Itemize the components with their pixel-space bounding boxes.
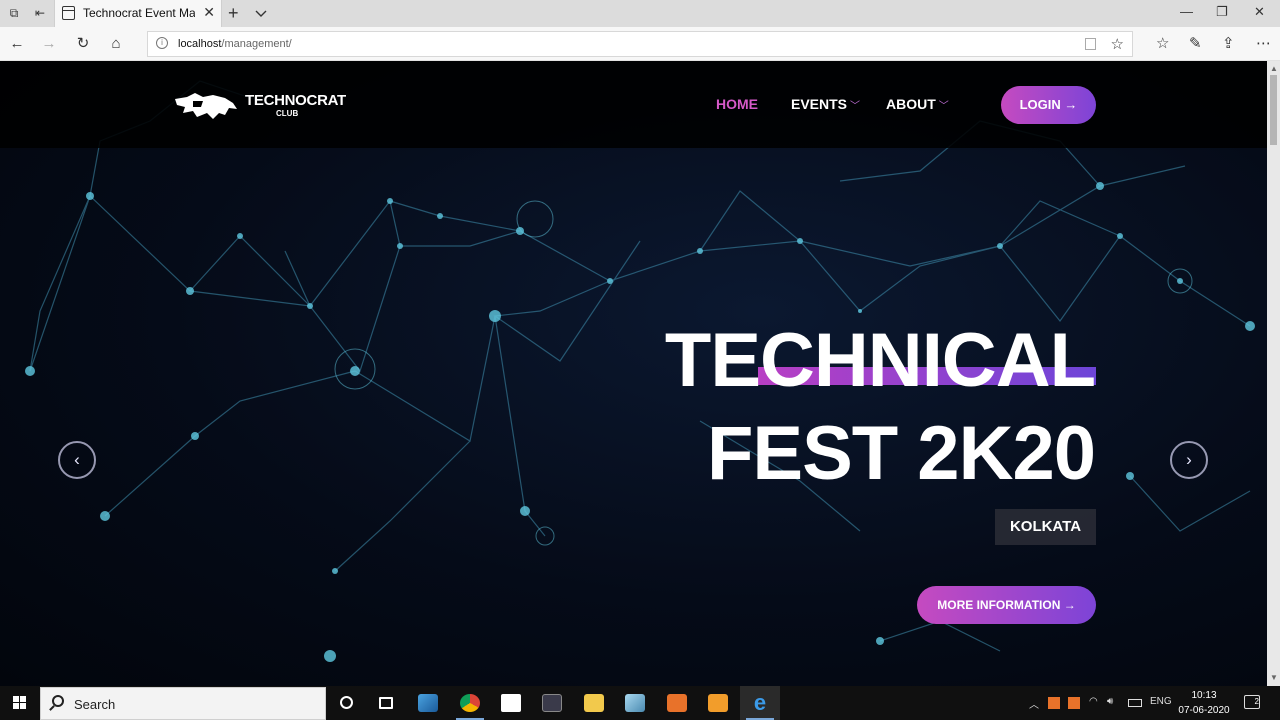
favorites-icon[interactable]: ☆	[1156, 35, 1169, 53]
nav-events-label: EVENTS	[791, 96, 848, 112]
restore-icon[interactable]: ❐	[1216, 4, 1228, 20]
start-button[interactable]	[0, 686, 40, 720]
tab-title: Technocrat Event Management	[83, 6, 195, 20]
close-tab-icon[interactable]: ✕	[203, 4, 215, 21]
nav-home[interactable]: HOME	[716, 96, 758, 112]
page-icon	[62, 6, 75, 20]
task-view-icon[interactable]	[366, 686, 406, 720]
cortana-circle	[340, 696, 353, 709]
app-icon-pen[interactable]	[615, 686, 655, 720]
more-information-label: MORE INFORMATION	[937, 598, 1061, 612]
event-city-badge: KOLKATA	[995, 509, 1096, 545]
chevron-down-icon: ﹀	[850, 101, 861, 112]
chrome-icon[interactable]	[450, 686, 490, 720]
address-toolbar: ← → ↻ ⌂ i localhost/management/ ☆ ☆ ✎ ⇪ …	[0, 27, 1280, 61]
app-glyph	[542, 694, 562, 712]
login-button[interactable]: LOGIN →	[1001, 86, 1096, 124]
app-glyph	[625, 694, 645, 712]
app-glyph	[418, 694, 438, 712]
tray-overflow-chevron-icon[interactable]: ︿	[1029, 696, 1039, 711]
minimize-icon[interactable]: —	[1180, 4, 1193, 19]
share-icon[interactable]: ⇪	[1222, 35, 1235, 53]
address-bar[interactable]: i localhost/management/ ☆	[147, 31, 1133, 57]
lion-emblem-icon	[175, 93, 237, 119]
nav-about-label: ABOUT	[886, 96, 936, 112]
site-logo[interactable]: TECHNOCRAT CLUB	[173, 89, 346, 123]
site-header: TECHNOCRAT CLUB HOME EVENTS ﹀ ABOUT ﹀ LOGI…	[0, 61, 1267, 148]
store-icon[interactable]	[491, 686, 531, 720]
taskbar-search-box[interactable]: Search	[40, 687, 326, 720]
new-tab-button[interactable]: +	[228, 3, 239, 24]
site-info-icon[interactable]: i	[156, 37, 168, 49]
tray-app-icon[interactable]	[1048, 697, 1060, 709]
back-icon[interactable]: ←	[8, 35, 26, 53]
page-viewport: TECHNOCRAT CLUB HOME EVENTS ﹀ ABOUT ﹀ LOGI…	[0, 61, 1267, 686]
wifi-icon[interactable]: ◠	[1089, 696, 1098, 707]
battery-icon[interactable]	[1128, 699, 1142, 707]
taskbar-clock[interactable]: 10:13 07-06-2020	[1178, 688, 1230, 718]
cortana-icon[interactable]	[326, 686, 366, 720]
notification-count: 2	[1254, 697, 1259, 706]
arrow-right-icon: →	[1063, 598, 1076, 612]
reading-view-icon[interactable]	[1085, 38, 1096, 50]
sublime-text-icon[interactable]	[698, 686, 738, 720]
file-explorer-icon[interactable]	[574, 686, 614, 720]
tray-app-icon[interactable]	[1068, 697, 1080, 709]
action-center-icon[interactable]: 2	[1244, 695, 1260, 709]
windows-logo-pane	[20, 703, 26, 709]
scroll-up-icon[interactable]: ▲	[1270, 64, 1278, 73]
page-scrollbar[interactable]: ▲ ▼	[1267, 61, 1280, 686]
windows-logo-pane	[13, 703, 19, 709]
windows-logo-pane	[20, 696, 26, 702]
windows-taskbar: Search e ︿ ◠ 🔊︎ ENG 10:13 07-06-2020 2	[0, 686, 1280, 720]
forward-icon[interactable]: →	[40, 35, 58, 53]
store-glyph	[501, 694, 521, 712]
search-icon	[52, 695, 64, 707]
app-icon-blue[interactable]	[408, 686, 448, 720]
app-icon-dark[interactable]	[532, 686, 572, 720]
folder-glyph	[584, 694, 604, 712]
chevron-down-icon: ﹀	[938, 101, 949, 112]
search-placeholder: Search	[74, 697, 116, 712]
tab-actions-icon[interactable]: ⧉	[6, 6, 22, 20]
window-close-icon[interactable]: ✕	[1254, 4, 1265, 20]
nav-events[interactable]: EVENTS ﹀	[791, 96, 860, 112]
xampp-glyph	[667, 694, 687, 712]
login-label: LOGIN	[1019, 97, 1061, 112]
hero-title-line-1: TECHNICAL	[664, 318, 1096, 403]
chrome-glyph	[460, 694, 480, 712]
set-aside-tabs-icon[interactable]: ⇤	[32, 6, 48, 20]
clock-date: 07-06-2020	[1178, 705, 1230, 716]
edge-icon[interactable]: e	[740, 686, 780, 720]
hero-title-line-2: FEST 2K20	[706, 411, 1096, 496]
xampp-icon[interactable]	[657, 686, 697, 720]
volume-icon[interactable]: 🔊︎	[1107, 696, 1113, 707]
sublime-glyph	[708, 694, 728, 712]
task-view-glyph	[379, 697, 393, 709]
edge-glyph: e	[753, 690, 767, 715]
nav-about[interactable]: ABOUT ﹀	[886, 96, 949, 112]
tab-list-chevron-icon[interactable]	[255, 6, 267, 24]
clock-time: 10:13	[1191, 690, 1217, 701]
carousel-next-button[interactable]: ›	[1170, 441, 1208, 479]
more-information-button[interactable]: MORE INFORMATION →	[917, 586, 1096, 624]
url-text[interactable]: localhost/management/	[178, 38, 292, 50]
language-indicator[interactable]: ENG	[1150, 696, 1172, 707]
scrollbar-thumb[interactable]	[1270, 75, 1277, 145]
browser-tab[interactable]: Technocrat Event Management ✕	[54, 0, 222, 27]
favorite-star-icon[interactable]: ☆	[1111, 35, 1124, 53]
more-options-icon[interactable]: ⋯	[1256, 35, 1271, 53]
scroll-down-icon[interactable]: ▼	[1270, 673, 1278, 682]
logo-brand-text: TECHNOCRAT	[245, 92, 346, 109]
browser-tab-bar: ⧉ ⇤ Technocrat Event Management ✕ + — ❐ …	[0, 0, 1280, 27]
windows-logo-icon	[13, 696, 19, 702]
arrow-right-icon: →	[1064, 97, 1078, 112]
web-notes-icon[interactable]: ✎	[1189, 35, 1202, 53]
home-icon[interactable]: ⌂	[107, 35, 125, 53]
refresh-icon[interactable]: ↻	[74, 35, 92, 53]
carousel-prev-button[interactable]: ‹	[58, 441, 96, 479]
logo-sub-text: CLUB	[276, 109, 299, 118]
